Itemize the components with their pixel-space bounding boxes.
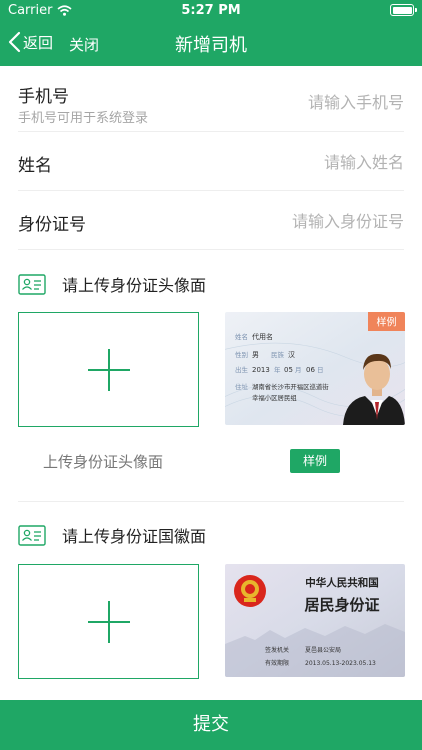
id-back-sample-image: 中华人民共和国 居民身份证 签发机关 夏邑县公安局 有效期限 2013.05.1…	[225, 564, 405, 677]
id-number-input[interactable]	[184, 212, 404, 231]
id-number-label: 身份证号	[18, 215, 86, 235]
sample-birth-year: 2013	[252, 366, 270, 374]
sample-birth-month: 05	[284, 366, 293, 374]
status-bar: Carrier 5:27 PM	[0, 0, 422, 22]
top-bar: Carrier 5:27 PM 返回 关闭 新增司机	[0, 0, 422, 66]
name-input[interactable]	[184, 153, 404, 172]
submit-button[interactable]: 提交	[0, 700, 422, 750]
status-time: 5:27 PM	[181, 3, 241, 18]
sample-country: 中华人民共和国	[305, 576, 379, 589]
id-front-upload-box[interactable]	[18, 312, 199, 427]
sample-address-line1: 湖南省长沙市开福区巡道街	[252, 382, 329, 391]
sample-tag-label: 样例	[377, 316, 397, 329]
sample-address-line2: 幸福小区居民组	[252, 393, 297, 402]
sample-button[interactable]: 样例	[290, 449, 340, 473]
sample-ethnicity-label: 民族	[271, 350, 285, 359]
id-back-upload-box[interactable]	[18, 564, 199, 679]
sample-issuer-value: 夏邑县公安局	[305, 646, 341, 654]
national-emblem-icon	[234, 575, 266, 607]
sample-birth-day: 06	[306, 366, 315, 374]
id-back-title: 请上传身份证国徽面	[62, 527, 207, 546]
sample-address-label: 住址	[235, 382, 249, 391]
sample-birth-month-unit: 月	[295, 366, 302, 374]
id-front-section-header: 请上传身份证头像面	[18, 272, 206, 296]
id-number-row: 身份证号	[18, 191, 404, 250]
id-front-title: 请上传身份证头像面	[62, 276, 207, 295]
id-back-section-header: 请上传身份证国徽面	[18, 523, 206, 547]
battery-icon	[390, 4, 417, 16]
section-divider	[18, 501, 404, 502]
phone-hint: 手机号可用于系统登录	[18, 111, 149, 126]
id-front-caption: 上传身份证头像面	[43, 453, 164, 471]
phone-row: 手机号 手机号可用于系统登录	[18, 66, 404, 132]
plus-icon-vertical	[107, 600, 110, 643]
sample-sex-label: 性别	[235, 350, 248, 359]
sample-sex-value: 男	[252, 351, 259, 359]
sample-birth-label: 出生	[235, 365, 249, 374]
name-label: 姓名	[18, 156, 52, 176]
phone-label: 手机号	[18, 87, 69, 107]
nav-bar: 返回 关闭 新增司机	[0, 22, 422, 66]
sample-name-label: 姓名	[235, 332, 248, 341]
page-title: 新增司机	[175, 35, 247, 56]
phone-input[interactable]	[184, 93, 404, 112]
sample-birth-day-unit: 日	[317, 366, 324, 374]
sample-issuer-label: 签发机关	[265, 646, 289, 654]
sample-name-value: 代用名	[252, 332, 273, 341]
sample-birth-year-unit: 年	[274, 365, 281, 374]
sample-ethnicity-value: 汉	[288, 351, 295, 359]
name-row: 姓名	[18, 132, 404, 191]
plus-icon-vertical	[107, 348, 110, 391]
sample-validity-label: 有效期限	[265, 659, 289, 667]
id-front-sample-image: 姓名 性别 民族 出生 年 月 日 住址 代用名 男 汉 2013 05 06 …	[225, 312, 405, 425]
sample-card-title: 居民身份证	[304, 596, 379, 614]
sample-validity-value: 2013.05.13-2023.05.13	[305, 660, 376, 667]
id-card-icon	[18, 273, 46, 295]
id-card-icon	[18, 524, 46, 546]
